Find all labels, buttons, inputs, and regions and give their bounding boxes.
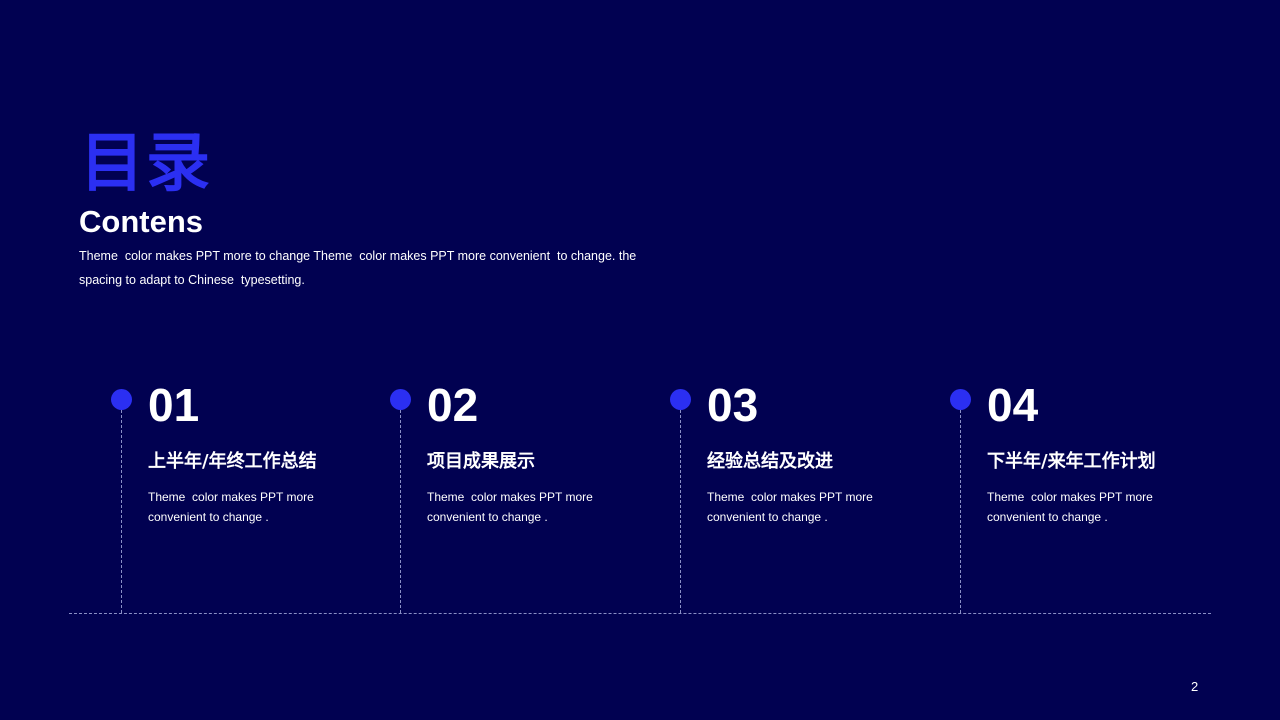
timeline-dashed-connector xyxy=(121,410,122,613)
item-heading: 经验总结及改进 xyxy=(707,451,833,472)
contents-item-01: 01 上半年/年终工作总结 Theme color makes PPT more… xyxy=(111,380,371,614)
contents-item-03: 03 经验总结及改进 Theme color makes PPT more co… xyxy=(670,380,930,614)
timeline-baseline xyxy=(69,613,1211,614)
timeline-dashed-connector xyxy=(960,410,961,613)
item-description: Theme color makes PPT more convenient to… xyxy=(987,490,1157,524)
item-heading: 下半年/来年工作计划 xyxy=(987,451,1156,472)
page-number: 2 xyxy=(1191,679,1199,694)
title-english: Contens xyxy=(79,204,203,239)
timeline-dot-icon xyxy=(390,389,411,410)
intro-text: Theme color makes PPT more to change The… xyxy=(79,249,640,287)
item-description: Theme color makes PPT more convenient to… xyxy=(148,490,318,524)
item-number: 02 xyxy=(427,379,479,431)
item-number: 04 xyxy=(987,379,1039,431)
timeline-dashed-connector xyxy=(680,410,681,613)
title-chinese: 目录 xyxy=(80,127,212,201)
item-description: Theme color makes PPT more convenient to… xyxy=(707,490,877,524)
item-heading: 上半年/年终工作总结 xyxy=(148,451,317,472)
contents-item-04: 04 下半年/来年工作计划 Theme color makes PPT more… xyxy=(950,380,1210,614)
timeline-dot-icon xyxy=(950,389,971,410)
contents-slide: 目录 Contens Theme color makes PPT more to… xyxy=(0,0,1280,720)
timeline-dashed-connector xyxy=(400,410,401,613)
timeline-dot-icon xyxy=(670,389,691,410)
contents-item-02: 02 项目成果展示 Theme color makes PPT more con… xyxy=(390,380,650,614)
item-number: 01 xyxy=(148,379,200,431)
item-heading: 项目成果展示 xyxy=(427,451,535,472)
timeline-dot-icon xyxy=(111,389,132,410)
item-description: Theme color makes PPT more convenient to… xyxy=(427,490,597,524)
item-number: 03 xyxy=(707,379,759,431)
